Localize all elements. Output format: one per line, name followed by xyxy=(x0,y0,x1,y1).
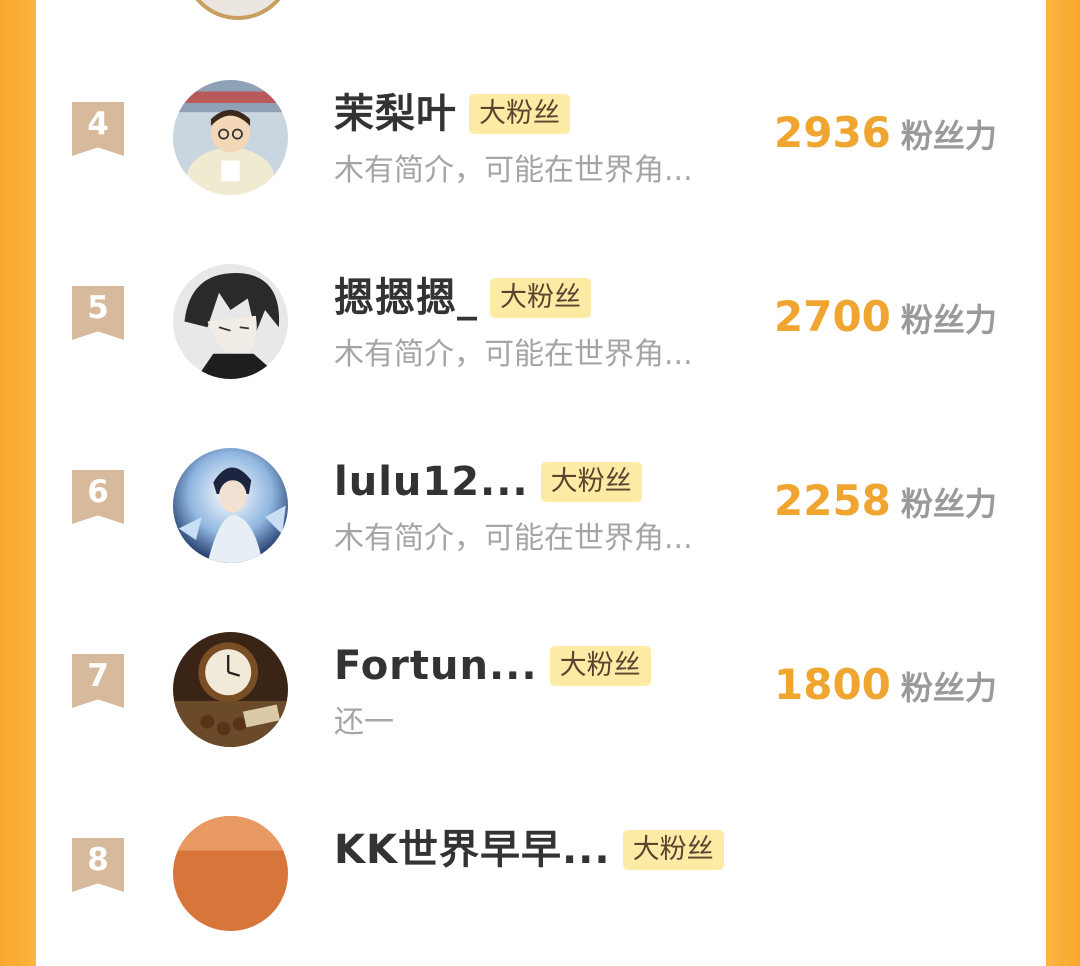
user-name[interactable]: 茉梨叶 xyxy=(334,94,457,134)
user-bio: 木有简介，可能在世界角... xyxy=(334,337,693,372)
fan-level-badge: 大粉丝 xyxy=(622,830,724,871)
rank-badge: 6 xyxy=(72,470,124,524)
rank-badge: 7 xyxy=(72,654,124,708)
user-bio: 木有简介，可能在世界角... xyxy=(334,521,693,556)
avatar[interactable] xyxy=(173,264,288,379)
avatar-image xyxy=(173,448,288,563)
avatar-partial-top[interactable] xyxy=(183,0,293,20)
user-name-group: 茉梨叶 大粉丝 xyxy=(334,94,570,135)
avatar-image xyxy=(173,632,288,747)
fan-level-badge: 大粉丝 xyxy=(549,646,651,687)
fan-score-value: 2258 xyxy=(774,476,891,525)
user-name[interactable]: lulu12... xyxy=(334,462,529,502)
avatar-image xyxy=(173,80,288,195)
fan-score-value: 1800 xyxy=(774,660,891,709)
avatar-image xyxy=(173,264,288,379)
fan-score: 2258 粉丝力 xyxy=(774,480,997,522)
user-bio: 木有简介，可能在世界角... xyxy=(334,153,693,188)
fan-score-unit: 粉丝力 xyxy=(900,485,997,523)
fan-level-badge: 大粉丝 xyxy=(469,94,570,135)
rank-badge: 8 xyxy=(72,838,124,892)
avatar-image xyxy=(173,816,288,931)
leaderboard-row[interactable]: 4 茉梨叶 大粉丝 木有简介，可能在世界角... 2936 粉丝力 xyxy=(36,60,1046,230)
fan-score-unit: 粉丝力 xyxy=(900,669,997,707)
avatar[interactable] xyxy=(173,632,288,747)
fan-score-unit: 粉丝力 xyxy=(900,301,997,339)
fan-score: 1800 粉丝力 xyxy=(774,664,997,706)
user-bio: 还一 xyxy=(334,705,394,740)
avatar[interactable] xyxy=(173,816,288,931)
user-name-group: Fortun... 大粉丝 xyxy=(334,646,651,687)
leaderboard-row[interactable]: 8 KK世界早早... 大粉丝 xyxy=(36,796,1046,966)
user-name-group: KK世界早早... 大粉丝 xyxy=(334,830,724,871)
fan-score: 2936 粉丝力 xyxy=(774,112,997,154)
leaderboard-row[interactable]: 6 lulu12... 大粉丝 木有简介，可能在世界角... 2258 粉丝力 xyxy=(36,428,1046,598)
rank-badge: 4 xyxy=(72,102,124,156)
fan-level-badge: 大粉丝 xyxy=(540,462,642,503)
fan-score-unit: 粉丝力 xyxy=(900,117,997,155)
fan-score: 2700 粉丝力 xyxy=(774,296,997,338)
user-name[interactable]: Fortun... xyxy=(334,646,538,686)
fan-score-value: 2936 xyxy=(774,108,891,157)
avatar[interactable] xyxy=(173,80,288,195)
leaderboard-row[interactable]: 7 Fortun... 大粉丝 还一 1800 粉丝力 xyxy=(36,612,1046,782)
user-name-group: 摁摁摁_ 大粉丝 xyxy=(334,278,591,319)
fan-score-value: 2700 xyxy=(774,292,891,341)
user-name[interactable]: KK世界早早... xyxy=(334,830,611,870)
user-name[interactable]: 摁摁摁_ xyxy=(334,278,478,318)
rank-badge: 5 xyxy=(72,286,124,340)
leaderboard-row[interactable]: 5 摁摁摁_ 大粉丝 木有简介，可能在世界角... 2700 粉丝力 xyxy=(36,244,1046,414)
avatar[interactable] xyxy=(173,448,288,563)
fan-level-badge: 大粉丝 xyxy=(490,278,591,319)
user-name-group: lulu12... 大粉丝 xyxy=(334,462,642,503)
